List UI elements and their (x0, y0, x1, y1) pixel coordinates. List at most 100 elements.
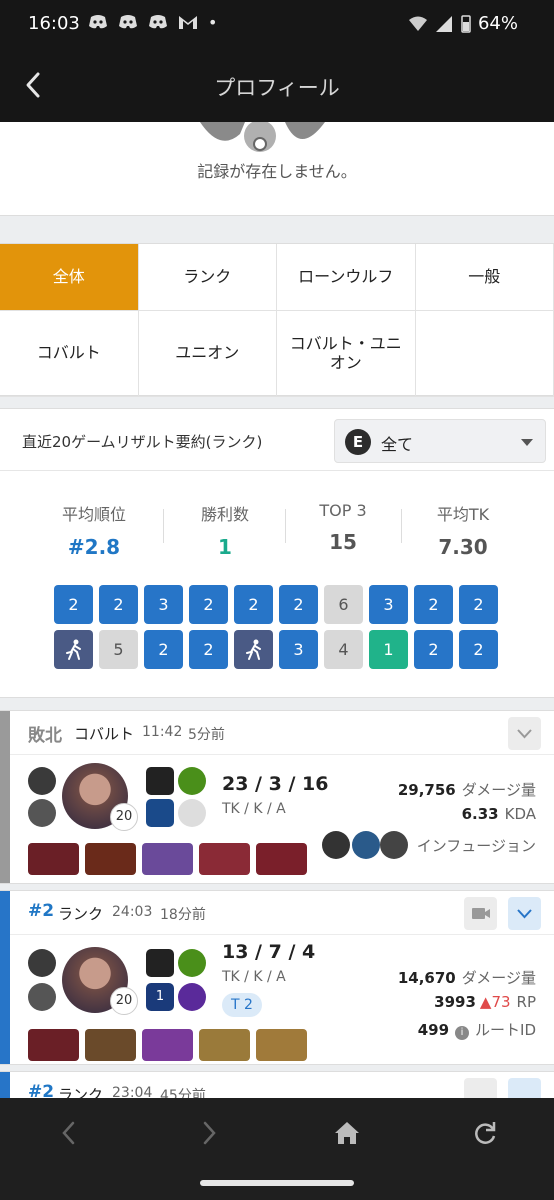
match-result: 敗北 (28, 726, 62, 746)
infusion-hourglass-icon (322, 831, 350, 859)
chevron-down-icon (521, 439, 533, 446)
route-id-value: 499 (417, 1021, 450, 1039)
browser-nav-bar (0, 1098, 554, 1200)
rank-cell: 2 (234, 585, 273, 624)
rp-label: RP (516, 993, 536, 1011)
info-icon[interactable]: i (455, 1026, 470, 1040)
stat-value: #2.8 (67, 535, 121, 559)
trait-icon (146, 799, 174, 827)
character-level: 20 (110, 803, 138, 831)
damage-value: 29,756 (397, 781, 456, 799)
discord-icon (119, 15, 137, 29)
no-record-message: 記録が存在しません。 (197, 162, 357, 181)
stat-label: TOP 3 (319, 501, 367, 520)
stat-avg-rank: 平均順位 #2.8 (34, 501, 154, 559)
item-icon (199, 1029, 250, 1061)
tab-union[interactable]: ユニオン (138, 311, 277, 397)
rank-cell: 2 (54, 585, 93, 624)
summary-title: 直近20ゲームリザルト要約(ランク) (22, 433, 263, 451)
filter-value: 全て (381, 435, 414, 454)
item-icon (28, 1029, 79, 1061)
stat-top3: TOP 3 15 (283, 501, 403, 554)
weapon-skill-icon (146, 949, 174, 977)
match-duration: 24:03 (112, 904, 153, 920)
result-bar (0, 891, 10, 1064)
team-badge: T 2 (222, 993, 262, 1017)
reload-icon[interactable] (470, 1118, 500, 1148)
run-icon (245, 639, 261, 660)
kda-stat: 6.33 KDA (462, 805, 536, 823)
route-stat: 499 i ルートID (418, 1019, 536, 1040)
result-bar (0, 711, 10, 883)
expand-button[interactable] (508, 897, 541, 930)
match-mode: コバルト (74, 725, 135, 743)
rp-delta: 73 (491, 993, 511, 1011)
route-id-label: ルートID (475, 1021, 536, 1039)
wind-icon (28, 983, 56, 1011)
rank-cell: 6 (324, 585, 363, 624)
tab-cobalt[interactable]: コバルト (0, 311, 139, 397)
divider (163, 509, 164, 543)
tab-all[interactable]: 全体 (0, 244, 139, 311)
rank-cell: 2 (414, 630, 453, 669)
rank-cell-escape (54, 630, 93, 669)
item-icon (28, 843, 79, 875)
tab-lone-wolf[interactable]: ローンウルフ (277, 244, 416, 311)
chevron-down-icon (517, 909, 532, 919)
filter-badge-icon: E (345, 429, 371, 455)
damage-stat: 29,756 ダメージ量 (398, 779, 536, 800)
weather-icon (28, 767, 56, 795)
gesture-pill[interactable] (200, 1180, 354, 1186)
tab-cobalt-union[interactable]: コバルト・ユニオン (277, 311, 416, 397)
tab-rank[interactable]: ランク (138, 244, 277, 311)
stat-avg-tk: 平均TK 7.30 (403, 501, 523, 559)
gmail-icon (179, 16, 197, 29)
damage-stat: 14,670 ダメージ量 (398, 967, 536, 988)
stat-value: 7.30 (438, 535, 488, 559)
item-icon (85, 1029, 136, 1061)
stat-label: 平均順位 (61, 505, 126, 524)
expand-button[interactable] (508, 717, 541, 750)
rank-cell-escape (234, 630, 273, 669)
tab-normal[interactable]: 一般 (415, 244, 554, 311)
infusion-label: インフュージョン (411, 835, 536, 856)
rank-cell: 1 (369, 630, 408, 669)
sub-trait-icon (178, 983, 206, 1011)
signal-icon (435, 15, 452, 32)
damage-label: ダメージ量 (461, 781, 536, 799)
home-icon[interactable] (332, 1118, 362, 1148)
video-button[interactable] (464, 897, 497, 930)
character-filter-select[interactable]: E 全て (334, 419, 546, 463)
rank-cell: 5 (99, 630, 138, 669)
match-card[interactable]: 敗北 コバルト 11:42 5分前 20 23 / 3 / 16 TK / K … (0, 710, 554, 884)
stat-wins: 勝利数 1 (165, 501, 285, 559)
match-card[interactable]: #2 ランク 24:03 18分前 20 1 13 / 7 / 4 TK / K… (0, 890, 554, 1065)
nav-back-icon[interactable] (54, 1118, 84, 1148)
rank-row: 5 2 2 3 4 1 2 2 (54, 630, 502, 669)
rank-cell: 2 (414, 585, 453, 624)
stat-value: 15 (329, 530, 357, 554)
weapon-skill-icon (146, 767, 174, 795)
rank-cell: 3 (279, 630, 318, 669)
kda-label: KDA (504, 805, 536, 823)
rp-up-icon: ▲ (479, 993, 492, 1011)
status-right: 64% (408, 13, 518, 34)
summary-header: 直近20ゲームリザルト要約(ランク) E 全て (0, 409, 554, 471)
stat-value: 1 (218, 535, 232, 559)
trait-icon: 1 (146, 983, 174, 1011)
stat-label: 勝利数 (200, 505, 249, 524)
infusion-hand-icon (380, 831, 408, 859)
match-result: #2 (28, 901, 55, 921)
tk-k-a: 23 / 3 / 16 (222, 773, 329, 795)
wind-icon (28, 799, 56, 827)
rp-stat: 3993 ▲73 RP (434, 993, 536, 1011)
damage-value: 14,670 (397, 969, 456, 987)
kda-value: 6.33 (461, 805, 499, 823)
empty-illustration-icon (200, 122, 325, 152)
status-time: 16:03 (28, 13, 80, 34)
infusion-orb-icon (352, 831, 380, 859)
battery-level: 64% (477, 13, 518, 34)
video-camera-icon (472, 908, 490, 919)
nav-forward-icon[interactable] (194, 1118, 224, 1148)
item-icon (142, 1029, 193, 1061)
